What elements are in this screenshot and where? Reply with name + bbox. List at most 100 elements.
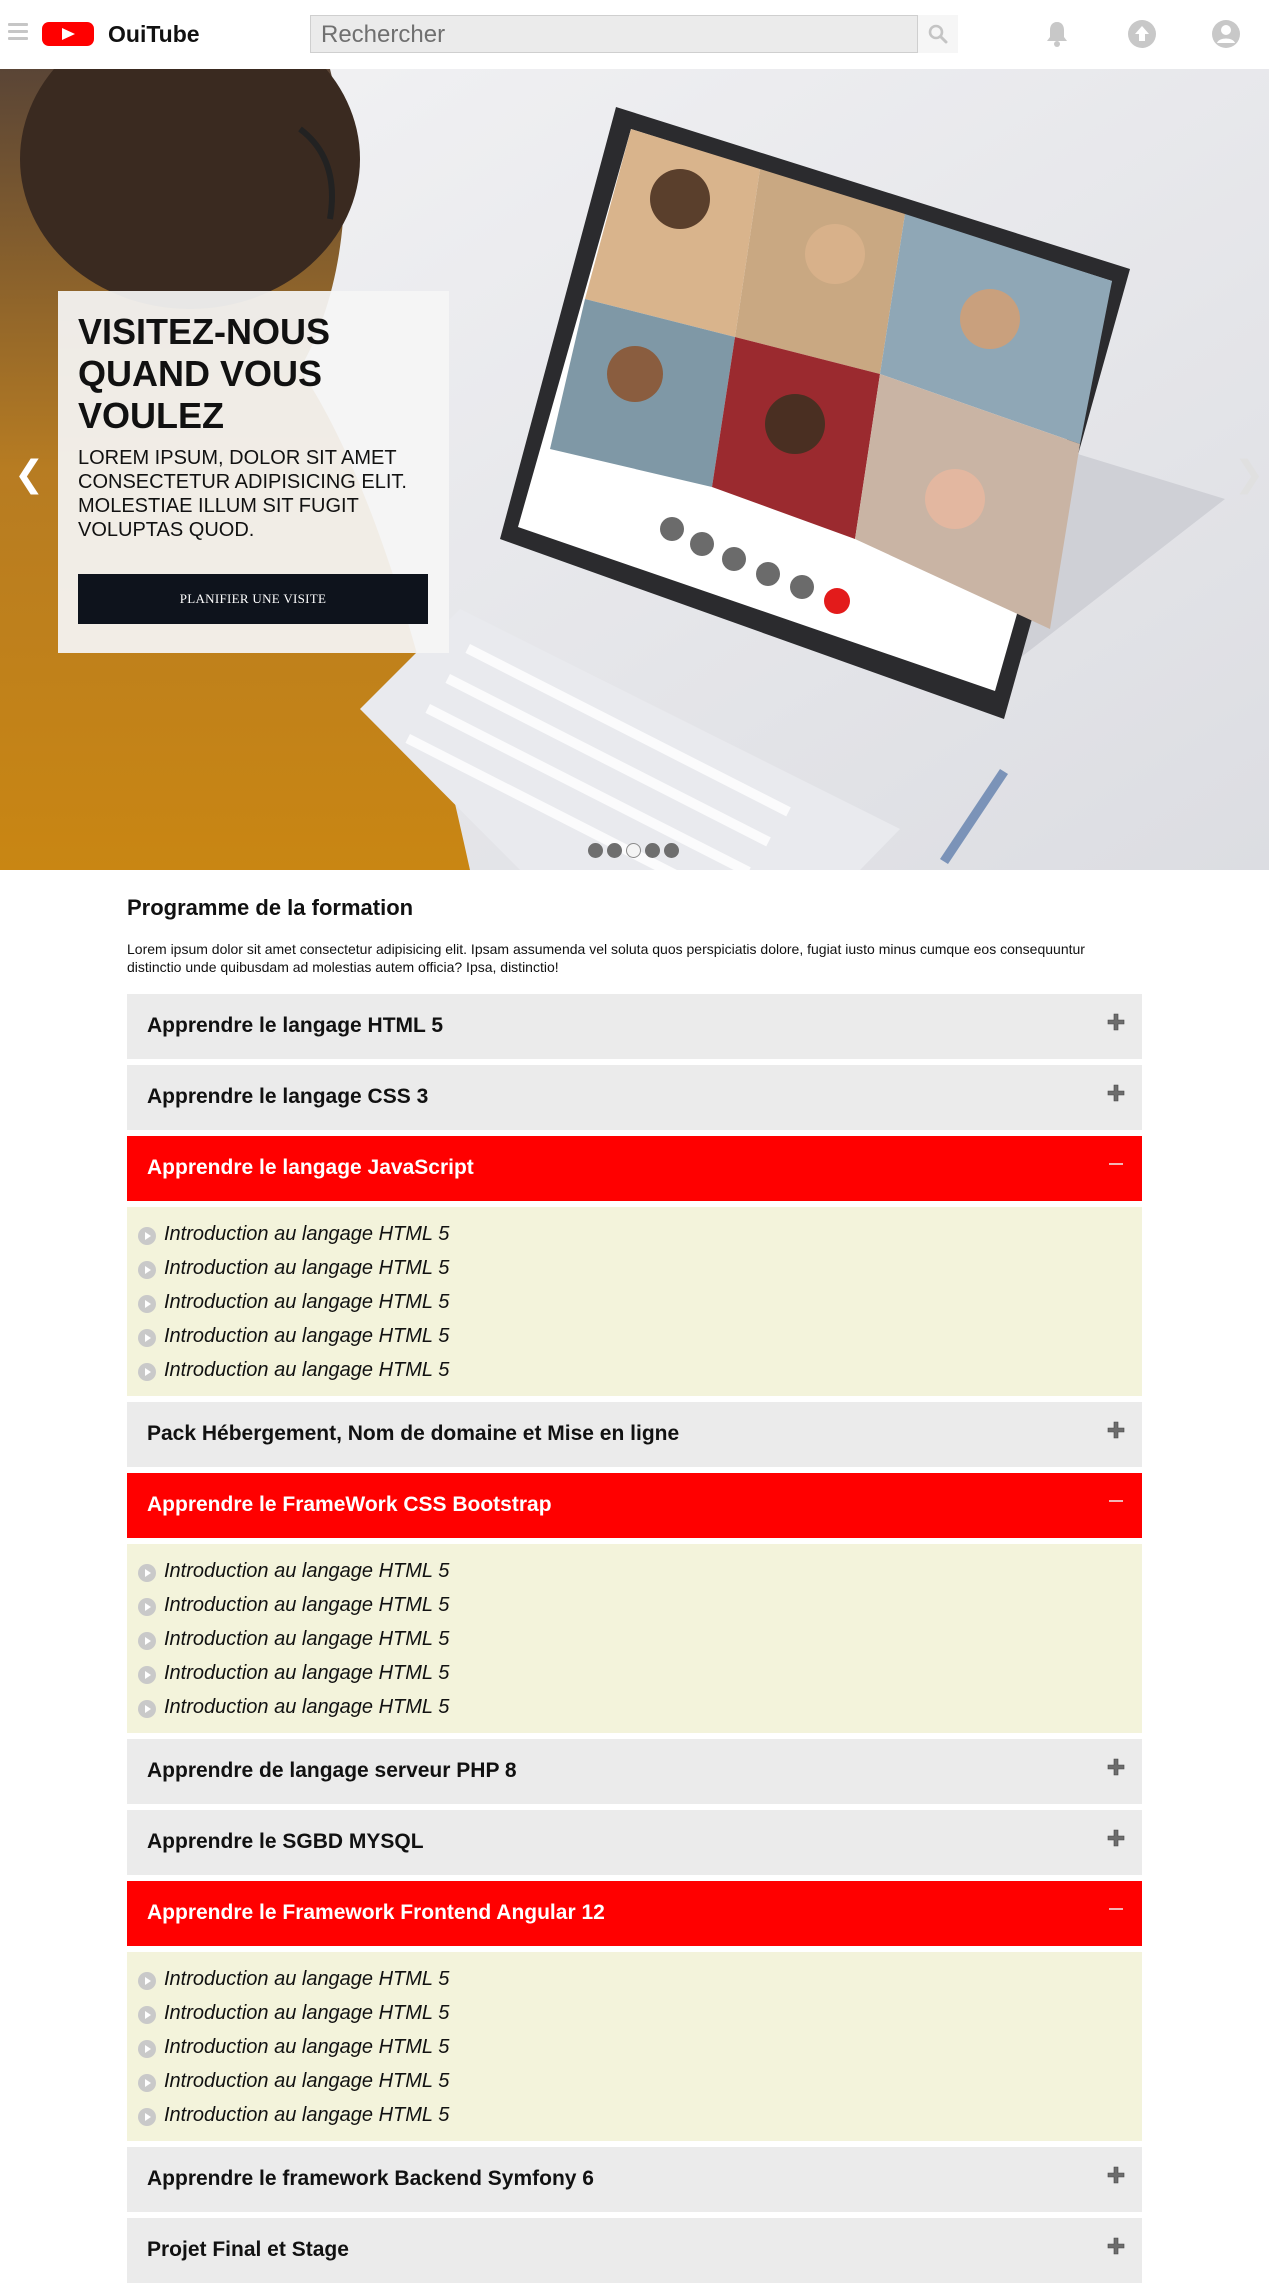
search-input[interactable] (319, 18, 913, 52)
accordion-header[interactable]: Apprendre le FrameWork CSS Bootstrap (127, 1473, 1142, 1538)
carousel-indicator-dot[interactable] (607, 843, 622, 858)
lesson-list: Introduction au langage HTML 5 Introducti… (127, 1207, 1142, 1396)
plus-icon[interactable] (1106, 1420, 1126, 1440)
accordion-title: Apprendre le Framework Frontend Angular … (147, 1901, 605, 1924)
lesson-item[interactable]: Introduction au langage HTML 5 (137, 1658, 1127, 1688)
section-title: Programme de la formation (127, 895, 414, 920)
accordion-header[interactable]: Pack Hébergement, Nom de domaine et Mise… (127, 1402, 1142, 1467)
carousel-indicator-dot[interactable] (664, 843, 679, 858)
bell-icon[interactable] (1042, 19, 1072, 49)
carousel-indicator-dot[interactable] (645, 843, 660, 858)
hero-carousel: VISITEZ-NOUS QUAND VOUS VOULEZ LOREM IPS… (0, 69, 1269, 870)
lesson-title: Introduction au langage HTML 5 (164, 1257, 450, 1279)
play-circle-icon (138, 1972, 156, 1990)
minus-icon[interactable] (1106, 1154, 1126, 1174)
hero-subtitle: LOREM IPSUM, DOLOR SIT AMET CONSECTETUR … (78, 447, 407, 541)
play-circle-icon (138, 2108, 156, 2126)
lesson-title: Introduction au langage HTML 5 (164, 1662, 450, 1684)
menu-icon[interactable] (8, 23, 28, 43)
lesson-title: Introduction au langage HTML 5 (164, 2104, 450, 2126)
lesson-item[interactable]: Introduction au langage HTML 5 (137, 1355, 1127, 1385)
play-circle-icon (138, 1564, 156, 1582)
play-circle-icon (138, 1666, 156, 1684)
lesson-item[interactable]: Introduction au langage HTML 5 (137, 2032, 1127, 2062)
lesson-item[interactable]: Introduction au langage HTML 5 (137, 1964, 1127, 1994)
lesson-list: Introduction au langage HTML 5 Introducti… (127, 1544, 1142, 1733)
accordion-header[interactable]: Apprendre le langage HTML 5 (127, 994, 1142, 1059)
accordion-header[interactable]: Apprendre le Framework Frontend Angular … (127, 1881, 1142, 1946)
schedule-visit-button[interactable]: PLANIFIER UNE VISITE (78, 574, 428, 624)
plus-icon[interactable] (1106, 1083, 1126, 1103)
lesson-title: Introduction au langage HTML 5 (164, 1325, 450, 1347)
plus-icon[interactable] (1106, 2236, 1126, 2256)
accordion-title: Projet Final et Stage (147, 2238, 349, 2261)
lesson-title: Introduction au langage HTML 5 (164, 2036, 450, 2058)
accordion-header[interactable]: Apprendre le framework Backend Symfony 6 (127, 2147, 1142, 2212)
minus-icon[interactable] (1106, 1899, 1126, 1919)
upload-icon[interactable] (1127, 19, 1157, 49)
accordion-title: Apprendre le langage HTML 5 (147, 1014, 443, 1037)
lesson-title: Introduction au langage HTML 5 (164, 1560, 450, 1582)
search-button[interactable] (918, 15, 958, 53)
lesson-item[interactable]: Introduction au langage HTML 5 (137, 1692, 1127, 1722)
play-circle-icon (138, 1329, 156, 1347)
play-circle-icon (138, 1363, 156, 1381)
carousel-prev-arrow-icon[interactable]: ❮ (14, 457, 44, 493)
minus-icon[interactable] (1106, 1491, 1126, 1511)
play-circle-icon (138, 1295, 156, 1313)
accordion-title: Apprendre de langage serveur PHP 8 (147, 1759, 517, 1782)
accordion-title: Apprendre le langage CSS 3 (147, 1085, 429, 1108)
play-circle-icon (138, 2006, 156, 2024)
section-intro: Lorem ipsum dolor sit amet consectetur a… (127, 941, 1085, 975)
lesson-item[interactable]: Introduction au langage HTML 5 (137, 1253, 1127, 1283)
accordion-title: Pack Hébergement, Nom de domaine et Mise… (147, 1422, 680, 1445)
plus-icon[interactable] (1106, 1757, 1126, 1777)
lesson-title: Introduction au langage HTML 5 (164, 2002, 450, 2024)
accordion-header[interactable]: Apprendre le SGBD MYSQL (127, 1810, 1142, 1875)
lesson-title: Introduction au langage HTML 5 (164, 1594, 450, 1616)
lesson-item[interactable]: Introduction au langage HTML 5 (137, 2100, 1127, 2130)
carousel-next-arrow-icon[interactable]: ❯ (1234, 457, 1264, 493)
play-circle-icon (138, 1632, 156, 1650)
lesson-item[interactable]: Introduction au langage HTML 5 (137, 1287, 1127, 1317)
carousel-indicator-dot[interactable] (588, 843, 603, 858)
search-icon (928, 24, 948, 44)
logo-play-icon[interactable] (42, 22, 94, 46)
accordion-header[interactable]: Projet Final et Stage (127, 2218, 1142, 2283)
play-circle-icon (138, 1261, 156, 1279)
account-icon[interactable] (1211, 19, 1241, 49)
lesson-item[interactable]: Introduction au langage HTML 5 (137, 1556, 1127, 1586)
accordion-header[interactable]: Apprendre le langage JavaScript (127, 1136, 1142, 1201)
lesson-item[interactable]: Introduction au langage HTML 5 (137, 1624, 1127, 1654)
lesson-item[interactable]: Introduction au langage HTML 5 (137, 1219, 1127, 1249)
accordion-title: Apprendre le FrameWork CSS Bootstrap (147, 1493, 552, 1516)
accordion-title: Apprendre le SGBD MYSQL (147, 1830, 424, 1853)
lesson-list: Introduction au langage HTML 5 Introducti… (127, 1952, 1142, 2141)
play-circle-icon (138, 1227, 156, 1245)
lesson-title: Introduction au langage HTML 5 (164, 1696, 450, 1718)
lesson-title: Introduction au langage HTML 5 (164, 1628, 450, 1650)
search-box (310, 15, 918, 53)
lesson-item[interactable]: Introduction au langage HTML 5 (137, 1590, 1127, 1620)
play-circle-icon (138, 2040, 156, 2058)
plus-icon[interactable] (1106, 1012, 1126, 1032)
accordion-header[interactable]: Apprendre le langage CSS 3 (127, 1065, 1142, 1130)
hero-caption-card: VISITEZ-NOUS QUAND VOUS VOULEZ LOREM IPS… (58, 291, 449, 653)
accordion-title: Apprendre le framework Backend Symfony 6 (147, 2167, 594, 2190)
play-circle-icon (138, 1598, 156, 1616)
play-circle-icon (138, 2074, 156, 2092)
lesson-item[interactable]: Introduction au langage HTML 5 (137, 1321, 1127, 1351)
accordion-header[interactable]: Apprendre de langage serveur PHP 8 (127, 1739, 1142, 1804)
hero-title: VISITEZ-NOUS QUAND VOUS VOULEZ (78, 311, 331, 436)
lesson-title: Introduction au langage HTML 5 (164, 1291, 450, 1313)
play-circle-icon (138, 1700, 156, 1718)
plus-icon[interactable] (1106, 2165, 1126, 2185)
top-app-bar: OuiTube (0, 0, 1269, 69)
accordion-title: Apprendre le langage JavaScript (147, 1156, 474, 1179)
lesson-title: Introduction au langage HTML 5 (164, 1223, 450, 1245)
carousel-indicator-dot[interactable] (626, 843, 641, 858)
plus-icon[interactable] (1106, 1828, 1126, 1848)
brand-name[interactable]: OuiTube (108, 21, 200, 48)
lesson-item[interactable]: Introduction au langage HTML 5 (137, 1998, 1127, 2028)
lesson-item[interactable]: Introduction au langage HTML 5 (137, 2066, 1127, 2096)
